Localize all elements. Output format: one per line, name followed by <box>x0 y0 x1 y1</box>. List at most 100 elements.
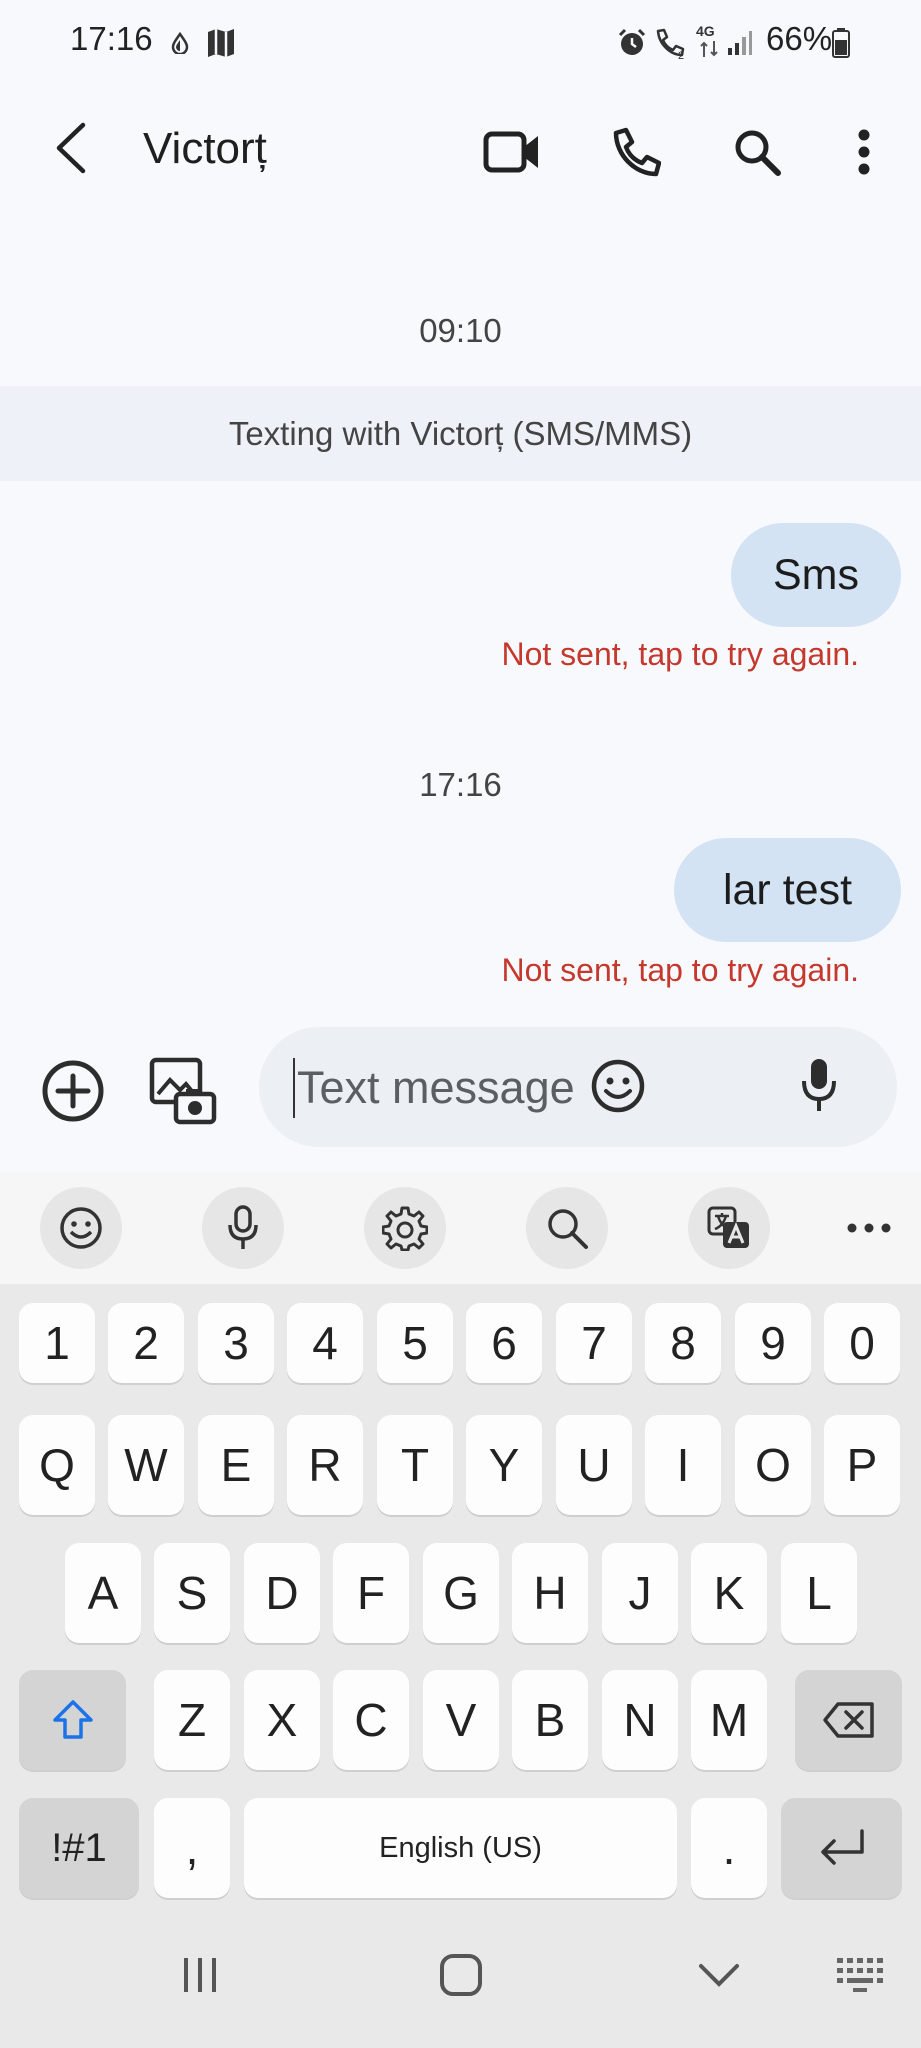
shift-key[interactable] <box>19 1670 126 1770</box>
keyboard-emoji-button[interactable] <box>40 1187 122 1269</box>
key-h[interactable]: H <box>512 1543 588 1643</box>
key-c[interactable]: C <box>333 1670 409 1770</box>
enter-icon <box>820 1829 864 1865</box>
key-g[interactable]: G <box>423 1543 499 1643</box>
key-1[interactable]: 1 <box>19 1303 95 1383</box>
key-w[interactable]: W <box>108 1415 184 1515</box>
space-key[interactable]: English (US) <box>244 1798 677 1898</box>
key-6[interactable]: 6 <box>466 1303 542 1383</box>
key-o[interactable]: O <box>735 1415 811 1515</box>
key-f[interactable]: F <box>333 1543 409 1643</box>
message-bubble[interactable]: Sms <box>731 523 901 627</box>
emoji-button[interactable] <box>589 1057 649 1117</box>
key-8[interactable]: 8 <box>645 1303 721 1383</box>
status-bar: 17:16 2 4G 66% <box>0 0 921 86</box>
key-t[interactable]: T <box>377 1415 453 1515</box>
keyboard-toolbar <box>0 1172 921 1284</box>
signal-icon <box>728 31 752 55</box>
timestamp: 09:10 <box>419 312 502 349</box>
phone-icon <box>613 127 661 177</box>
backspace-key[interactable] <box>795 1670 902 1770</box>
keyboard-switch-button[interactable] <box>835 1954 887 1996</box>
key-2[interactable]: 2 <box>108 1303 184 1383</box>
more-vert-icon <box>858 129 870 175</box>
key-y[interactable]: Y <box>466 1415 542 1515</box>
voice-input-button[interactable] <box>799 1057 859 1117</box>
key-k[interactable]: K <box>691 1543 767 1643</box>
battery-icon <box>832 28 850 58</box>
key-d[interactable]: D <box>244 1543 320 1643</box>
add-circle-icon <box>42 1060 104 1122</box>
data-saver-icon <box>171 32 189 54</box>
comma-key[interactable]: , <box>154 1798 230 1898</box>
sms-info-banner: Texting with Victorț (SMS/MMS) <box>0 386 921 481</box>
chevron-down-icon <box>699 1964 739 1987</box>
svg-text:2: 2 <box>678 50 684 59</box>
key-i[interactable]: I <box>645 1415 721 1515</box>
contact-name[interactable]: Victorț <box>143 124 267 174</box>
network-type: 4G <box>696 23 715 39</box>
back-button[interactable] <box>40 118 100 178</box>
symbols-key[interactable]: !#1 <box>19 1798 139 1898</box>
emoji-icon <box>591 1059 645 1113</box>
period-key[interactable]: . <box>691 1798 767 1898</box>
key-p[interactable]: P <box>824 1415 900 1515</box>
timestamp: 17:16 <box>419 766 502 803</box>
keyboard-voice-button[interactable] <box>202 1187 284 1269</box>
alarm-icon <box>618 28 646 55</box>
back-arrow-icon <box>56 122 86 174</box>
key-z[interactable]: Z <box>154 1670 230 1770</box>
key-v[interactable]: V <box>423 1670 499 1770</box>
gallery-camera-button[interactable] <box>148 1056 218 1126</box>
message-text: Sms <box>773 550 859 599</box>
key-n[interactable]: N <box>602 1670 678 1770</box>
key-l[interactable]: L <box>781 1543 857 1643</box>
key-0[interactable]: 0 <box>824 1303 900 1383</box>
home-icon <box>440 1954 482 1996</box>
keyboard: 1 2 3 4 5 6 7 8 9 0 Q W E R T Y U I O P … <box>0 1284 921 1904</box>
more-options-button[interactable] <box>842 120 886 184</box>
phone-call-button[interactable] <box>604 120 668 184</box>
key-x[interactable]: X <box>244 1670 320 1770</box>
search-icon <box>735 130 781 176</box>
key-5[interactable]: 5 <box>377 1303 453 1383</box>
send-error-status[interactable]: Not sent, tap to try again. <box>259 952 859 989</box>
message-bubble[interactable]: lar test <box>674 838 901 942</box>
key-3[interactable]: 3 <box>198 1303 274 1383</box>
keyboard-more-button[interactable] <box>844 1210 894 1246</box>
key-m[interactable]: M <box>691 1670 767 1770</box>
key-7[interactable]: 7 <box>556 1303 632 1383</box>
key-u[interactable]: U <box>556 1415 632 1515</box>
key-e[interactable]: E <box>198 1415 274 1515</box>
keyboard-settings-button[interactable] <box>364 1187 446 1269</box>
video-call-button[interactable] <box>480 120 544 184</box>
shift-icon <box>52 1700 93 1739</box>
hide-keyboard-button[interactable] <box>694 1950 744 2000</box>
key-s[interactable]: S <box>154 1543 230 1643</box>
home-button[interactable] <box>436 1950 486 2000</box>
compose-box[interactable] <box>259 1027 897 1149</box>
key-a[interactable]: A <box>65 1543 141 1643</box>
key-b[interactable]: B <box>512 1670 588 1770</box>
keyboard-search-button[interactable] <box>526 1187 608 1269</box>
key-4[interactable]: 4 <box>287 1303 363 1383</box>
navigation-bar <box>0 1904 921 2048</box>
map-icon <box>208 29 234 57</box>
emoji-icon <box>60 1207 102 1249</box>
attach-button[interactable] <box>40 1058 106 1124</box>
gallery-camera-icon <box>149 1057 217 1125</box>
keyboard-translate-button[interactable] <box>688 1187 770 1269</box>
send-error-status[interactable]: Not sent, tap to try again. <box>259 636 859 673</box>
key-j[interactable]: J <box>602 1543 678 1643</box>
microphone-icon <box>802 1059 836 1111</box>
battery-percent: 66% <box>766 20 833 57</box>
key-q[interactable]: Q <box>19 1415 95 1515</box>
search-button[interactable] <box>725 120 789 184</box>
recent-apps-button[interactable] <box>175 1950 225 2000</box>
key-9[interactable]: 9 <box>735 1303 811 1383</box>
key-r[interactable]: R <box>287 1415 363 1515</box>
recent-apps-icon <box>184 1958 216 1992</box>
enter-key[interactable] <box>781 1798 902 1898</box>
message-text: lar test <box>722 865 853 914</box>
gear-icon <box>382 1206 428 1251</box>
